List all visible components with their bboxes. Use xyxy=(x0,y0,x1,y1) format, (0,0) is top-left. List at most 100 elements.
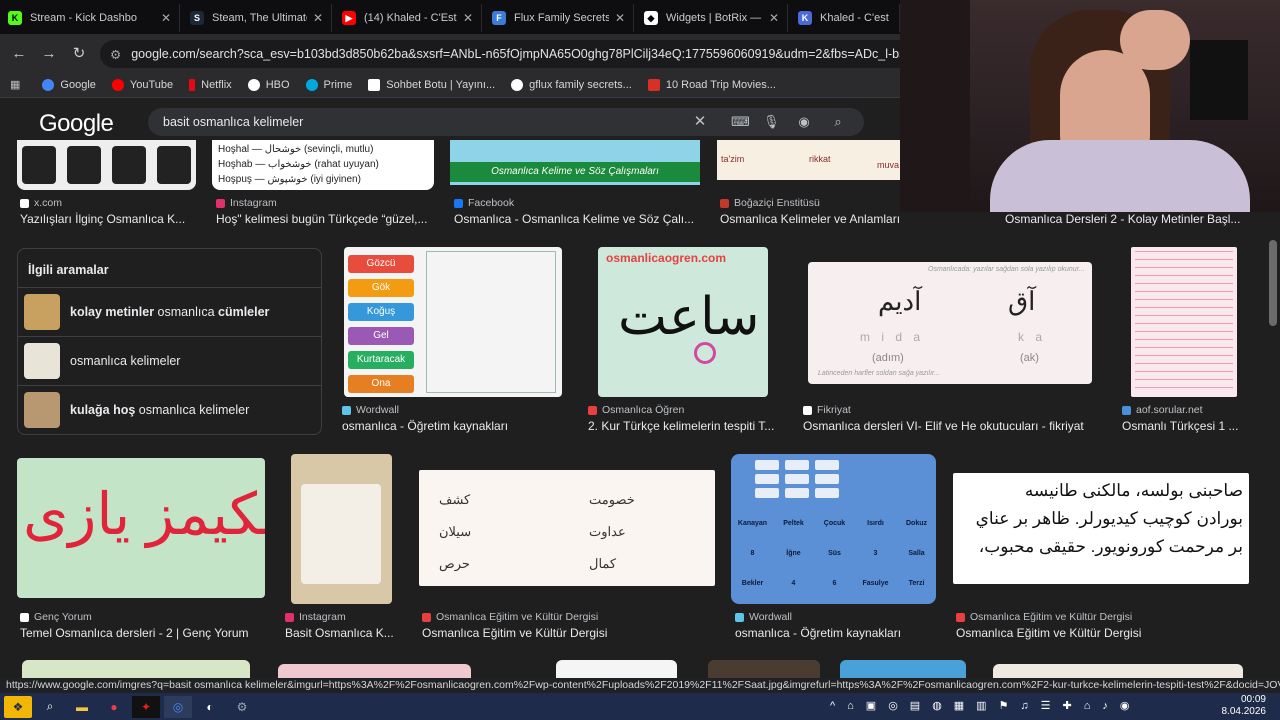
clock[interactable]: 00:09 8.04.2026 xyxy=(1222,694,1267,718)
bookmark-label: Prime xyxy=(323,78,353,91)
tab-botrix[interactable]: ◆ Widgets | BotRix — C ✕ xyxy=(636,4,788,32)
tab-khaled[interactable]: K Khaled - C'est la v xyxy=(790,4,900,32)
apps-grid-icon[interactable]: ▦ xyxy=(10,78,20,91)
result-image-bogazici[interactable]: ta'zim rikkat muva xyxy=(717,140,900,180)
result-source[interactable]: Osmanlıca Eğitim ve Kültür Dergisi xyxy=(956,611,1132,623)
forward-icon[interactable]: → xyxy=(34,38,64,68)
result-caption[interactable]: osmanlıca - Öğretim kaynakları xyxy=(735,626,935,640)
result-source[interactable]: Wordwall xyxy=(342,404,399,416)
result-image-peek[interactable] xyxy=(708,660,820,678)
result-caption[interactable]: Osmanlıca Eğitim ve Kültür Dergisi xyxy=(956,626,1246,640)
image-text: Latinceden harfler soldan sağa yazılır..… xyxy=(818,370,940,377)
reload-icon[interactable]: ↻ xyxy=(64,38,94,68)
result-image-dergi-2[interactable]: صاحبنى بولسه، مالكنى طانيسه بورادن كوچيب… xyxy=(953,473,1249,584)
camera-search-icon[interactable]: ◉ xyxy=(796,114,812,130)
result-source[interactable]: Osmanlıca Öğren xyxy=(588,404,684,416)
search-icon[interactable]: ⌕ xyxy=(36,696,64,718)
result-image-gencyorum[interactable]: أسكيمز يازى xyxy=(17,458,265,598)
microphone-icon[interactable]: 🎙 xyxy=(763,114,780,130)
result-caption[interactable]: Osmanlıca Kelimeler ve Anlamları xyxy=(720,212,900,226)
close-icon[interactable]: ✕ xyxy=(615,11,625,25)
tab-youtube[interactable]: ▶ (14) Khaled - C'Est La ✕ xyxy=(334,4,482,32)
wordwall-icon xyxy=(342,405,351,415)
tab-flux[interactable]: F Flux Family Secrets: T ✕ xyxy=(484,4,634,32)
result-image-peek[interactable] xyxy=(556,660,677,678)
result-source[interactable]: Instagram xyxy=(285,611,346,623)
result-caption[interactable]: Osmanlıca dersleri VI- Elif ve He okutuc… xyxy=(803,419,1103,433)
close-icon[interactable]: ✕ xyxy=(161,11,171,25)
result-source[interactable]: Wordwall xyxy=(735,611,792,623)
result-image-fikriyat[interactable]: Osmanlıcada: yazılar sağdan sola yazılıp… xyxy=(808,262,1092,384)
result-image-osmanlicaogren[interactable]: osmanlicaogren.com ساعت xyxy=(598,247,768,397)
result-caption[interactable]: 2. Kur Türkçe kelimelerin tespiti T... xyxy=(588,419,782,433)
result-caption[interactable]: osmanlıca - Öğretim kaynakları xyxy=(342,419,567,433)
close-icon[interactable]: ✕ xyxy=(463,11,473,25)
address-bar[interactable]: ⚙ google.com/search?sca_esv=b103bd3d850b… xyxy=(100,40,900,68)
result-caption[interactable]: Basit Osmanlıca K... xyxy=(285,626,400,640)
result-image-facebook[interactable]: Osmanlıca Kelime ve Söz Çalışmaları xyxy=(450,140,700,185)
result-image-instagram-2[interactable] xyxy=(291,454,392,604)
bookmark-roadtrip[interactable]: 10 Road Trip Movies... xyxy=(647,78,776,91)
chrome-icon[interactable]: ◎ xyxy=(164,695,192,718)
related-item[interactable]: kolay metinler osmanlıca cümleler xyxy=(18,287,321,336)
result-image-xcom[interactable] xyxy=(17,140,196,190)
keyboard-icon[interactable]: ⌨ xyxy=(731,114,750,130)
related-item[interactable]: kulağa hoş osmanlıca kelimeler xyxy=(18,385,321,434)
close-icon[interactable]: ✕ xyxy=(769,11,779,25)
result-image-wordwall[interactable]: Gözcü Gök Koğuş Gel Kurtaracak Ona xyxy=(344,247,562,397)
result-image-aof[interactable] xyxy=(1131,247,1237,397)
result-image-peek[interactable] xyxy=(278,664,471,678)
related-item[interactable]: osmanlıca kelimeler xyxy=(18,336,321,385)
google-logo[interactable]: Google xyxy=(39,110,114,138)
obs-icon[interactable]: ◐ xyxy=(196,696,224,718)
bookmark-youtube[interactable]: YouTube xyxy=(111,78,173,91)
result-image-peek[interactable] xyxy=(840,660,966,678)
folder-icon[interactable]: ▬ xyxy=(68,696,96,718)
result-image-instagram[interactable]: Hoşhal — خوشحال (sevinçli, mutlu) Hoşhab… xyxy=(212,140,434,190)
clear-icon[interactable]: ✕ xyxy=(692,114,708,130)
close-icon[interactable]: ✕ xyxy=(313,11,323,25)
bookmark-netflix[interactable]: Netflix xyxy=(189,78,232,91)
back-icon[interactable]: ← xyxy=(4,38,34,68)
bookmark-google[interactable]: Google xyxy=(42,78,96,91)
result-caption[interactable]: Osmanlıca - Osmanlıca Kelime ve Söz Çalı… xyxy=(454,212,699,226)
system-tray[interactable]: ^⌂▣◎▤◍▦▥⚑♫☰✚⌂♪◉ xyxy=(830,699,1142,712)
result-caption[interactable]: Temel Osmanlıca dersleri - 2 | Genç Yoru… xyxy=(20,626,270,640)
bookmark-sohbet[interactable]: Sohbet Botu | Yayını... xyxy=(368,78,495,91)
result-source[interactable]: Fikriyat xyxy=(803,404,851,416)
result-image-wordwall-2[interactable]: Kanayan Peltek Çocuk Isırdı Dokuz 8 İğne Süs 3 Sa… xyxy=(731,454,936,604)
word-tile xyxy=(785,460,809,470)
table-row xyxy=(1135,251,1233,252)
bookmark-label: Netflix xyxy=(201,78,232,91)
source-label: Facebook xyxy=(468,197,515,209)
site-info-icon[interactable]: ⚙ xyxy=(110,47,121,62)
bookmark-hbo[interactable]: HBO xyxy=(247,78,290,91)
result-caption[interactable]: Hoş" kelimesi bugün Türkçede “güzel,... xyxy=(216,212,438,226)
search-input[interactable]: basit osmanlıca kelimeler xyxy=(148,108,864,136)
start-icon[interactable]: ❖ xyxy=(4,695,32,718)
steam-icon[interactable]: ⚙ xyxy=(228,696,256,718)
search-icon[interactable]: ⌕ xyxy=(830,114,846,130)
result-caption[interactable]: Yazılışları İlginç Osmanlıca K... xyxy=(20,212,200,226)
tab-steam[interactable]: S Steam, The Ultimate O ✕ xyxy=(182,4,332,32)
result-source[interactable]: Boğaziçi Enstitüsü xyxy=(720,197,820,209)
result-source[interactable]: x.com xyxy=(20,197,62,209)
result-image-dergi-1[interactable]: خصومت عداوت كمال كشف سيلان حرص xyxy=(419,470,715,586)
tab-kick[interactable]: K Stream - Kick Dashbo ✕ xyxy=(0,4,180,32)
result-source[interactable]: Osmanlıca Eğitim ve Kültür Dergisi xyxy=(422,611,598,623)
result-source[interactable]: Facebook xyxy=(454,197,514,209)
flux-icon: F xyxy=(492,11,506,25)
page-scrollbar[interactable] xyxy=(1269,240,1277,326)
result-source[interactable]: aof.sorular.net xyxy=(1122,404,1203,416)
result-image-peek[interactable] xyxy=(993,664,1243,678)
result-caption[interactable]: Osmanlıca Dersleri 2 - Kolay Metinler Ba… xyxy=(1005,212,1247,226)
bookmark-gflux[interactable]: gflux family secrets... xyxy=(511,78,632,91)
result-caption[interactable]: Osmanlıca Eğitim ve Kültür Dergisi xyxy=(422,626,712,640)
app-icon[interactable]: ● xyxy=(100,696,128,718)
result-image-peek[interactable] xyxy=(22,660,250,678)
result-caption[interactable]: Osmanlı Türkçesi 1 ... xyxy=(1122,419,1248,433)
result-source[interactable]: Instagram xyxy=(216,197,277,209)
result-source[interactable]: Genç Yorum xyxy=(20,611,92,623)
bookmark-prime[interactable]: Prime xyxy=(305,78,353,91)
app-icon[interactable]: ✦ xyxy=(132,695,160,718)
